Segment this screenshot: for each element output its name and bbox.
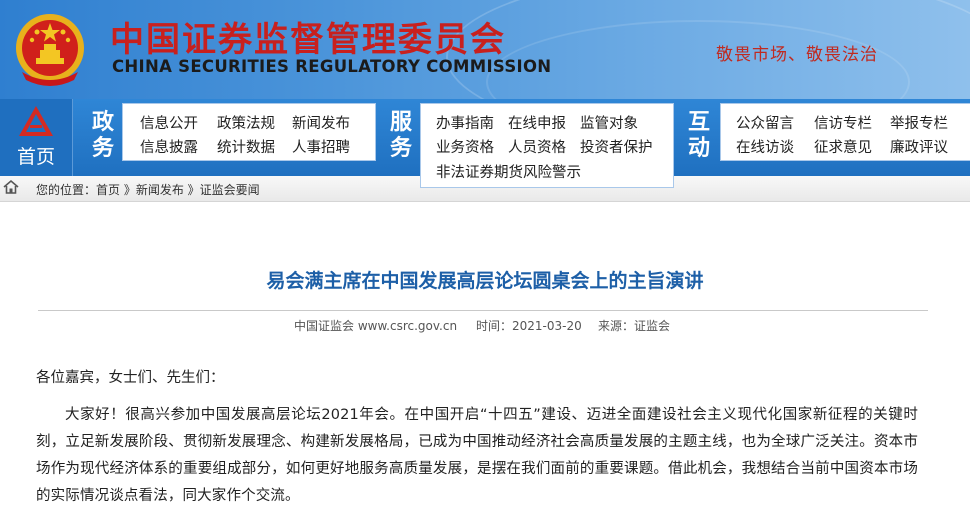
home-icon[interactable] [3, 179, 19, 195]
article-greeting: 各位嘉宾，女士们、先生们： [36, 370, 225, 386]
national-emblem-icon[interactable] [10, 10, 90, 90]
nav-link-info-disclosure[interactable]: 信息披露 [140, 136, 198, 157]
nav-link-recruitment[interactable]: 人事招聘 [292, 136, 350, 157]
article-source: 中国证监会 www.csrc.gov.cn [294, 319, 458, 333]
nav-category-interaction: 互动 [687, 110, 710, 161]
nav-link-regulated-entities[interactable]: 监管对象 [580, 112, 638, 133]
title-divider [38, 310, 928, 311]
nav-link-solicit-opinion[interactable]: 征求意见 [814, 136, 872, 157]
nav-home-button[interactable]: 首页 [0, 99, 73, 176]
nav-link-online-interview[interactable]: 在线访谈 [736, 136, 794, 157]
nav-link-guide[interactable]: 办事指南 [436, 112, 494, 133]
breadcrumb-text[interactable]: 您的位置：首页 》新闻发布 》证监会要闻 [36, 181, 260, 198]
nav-link-personnel-qualification[interactable]: 人员资格 [508, 136, 566, 157]
nav-link-business-qualification[interactable]: 业务资格 [436, 136, 494, 157]
nav-link-risk-warning[interactable]: 非法证券期货风险警示 [436, 161, 581, 182]
nav-category-government: 政务 [91, 110, 114, 161]
nav-link-news-release[interactable]: 新闻发布 [292, 112, 350, 133]
csrc-logo-icon [19, 106, 53, 136]
site-title[interactable]: 中国证券监督管理委员会 [110, 12, 506, 61]
article-paragraph: 大家好！很高兴参加中国发展高层论坛2021年会。在中国开启“十四五”建设、迈进全… [36, 407, 918, 504]
nav-link-online-filing[interactable]: 在线申报 [508, 112, 566, 133]
nav-link-policy-law[interactable]: 政策法规 [217, 112, 275, 133]
site-title-english: CHINA SECURITIES REGULATORY COMMISSION [112, 57, 552, 76]
nav-panel-service: 办事指南 在线申报 监管对象 业务资格 人员资格 投资者保护 非法证券期货风险警… [420, 103, 674, 188]
nav-category-service: 服务 [389, 110, 412, 161]
main-nav: 首页 政务 信息公开 政策法规 新闻发布 信息披露 统计数据 人事招聘 服务 办… [0, 99, 970, 188]
article-date: 时间：2021-03-20 [476, 319, 582, 333]
slogan: 敬畏市场、敬畏法治 [716, 45, 878, 65]
nav-link-info-disclosure-public[interactable]: 信息公开 [140, 112, 198, 133]
site-header: 中国证券监督管理委员会 CHINA SECURITIES REGULATORY … [0, 0, 970, 99]
article-title: 易会满主席在中国发展高层论坛圆桌会上的主旨演讲 [266, 270, 704, 292]
nav-panel-interaction: 公众留言 信访专栏 举报专栏 在线访谈 征求意见 廉政评议 [720, 103, 970, 161]
nav-link-integrity-review[interactable]: 廉政评议 [890, 136, 948, 157]
nav-home-label: 首页 [16, 146, 55, 168]
nav-link-investor-protection[interactable]: 投资者保护 [580, 136, 653, 157]
article-origin: 来源：证监会 [598, 319, 671, 333]
nav-link-public-message[interactable]: 公众留言 [736, 112, 794, 133]
nav-link-statistics[interactable]: 统计数据 [217, 136, 275, 157]
nav-link-petition[interactable]: 信访专栏 [814, 112, 872, 133]
nav-link-report[interactable]: 举报专栏 [890, 112, 948, 133]
nav-panel-government: 信息公开 政策法规 新闻发布 信息披露 统计数据 人事招聘 [122, 103, 376, 161]
